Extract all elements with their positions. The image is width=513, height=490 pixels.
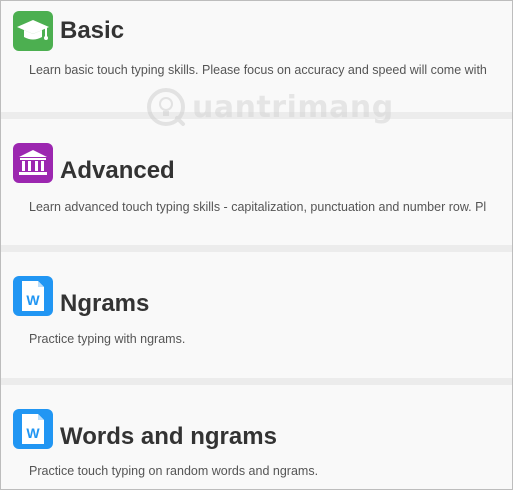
- course-card-advanced[interactable]: Advanced Learn advanced touch typing ski…: [1, 119, 512, 245]
- course-title-ngrams[interactable]: Ngrams: [60, 290, 149, 318]
- graduation-cap-icon: [13, 11, 53, 51]
- word-document-icon: W: [13, 409, 53, 449]
- institution-icon: [13, 143, 53, 183]
- svg-text:W: W: [26, 292, 40, 308]
- course-title-advanced[interactable]: Advanced: [60, 157, 175, 185]
- course-description-basic: Learn basic touch typing skills. Please …: [29, 63, 487, 77]
- divider: [1, 112, 512, 119]
- word-document-icon: W: [13, 276, 53, 316]
- course-card-words-and-ngrams[interactable]: W Words and ngrams Practice touch typing…: [1, 385, 512, 489]
- course-description-advanced: Learn advanced touch typing skills - cap…: [29, 200, 487, 214]
- course-card-basic[interactable]: Basic Learn basic touch typing skills. P…: [1, 1, 512, 127]
- course-description-ngrams: Practice typing with ngrams.: [29, 332, 186, 346]
- course-title-words-and-ngrams[interactable]: Words and ngrams: [60, 423, 277, 451]
- divider: [1, 245, 512, 252]
- course-card-ngrams[interactable]: W Ngrams Practice typing with ngrams.: [1, 252, 512, 378]
- divider: [1, 378, 512, 385]
- svg-text:W: W: [26, 425, 40, 441]
- course-description-words-and-ngrams: Practice touch typing on random words an…: [29, 464, 319, 478]
- course-list: Basic Learn basic touch typing skills. P…: [0, 0, 513, 490]
- course-title-basic[interactable]: Basic: [60, 17, 124, 45]
